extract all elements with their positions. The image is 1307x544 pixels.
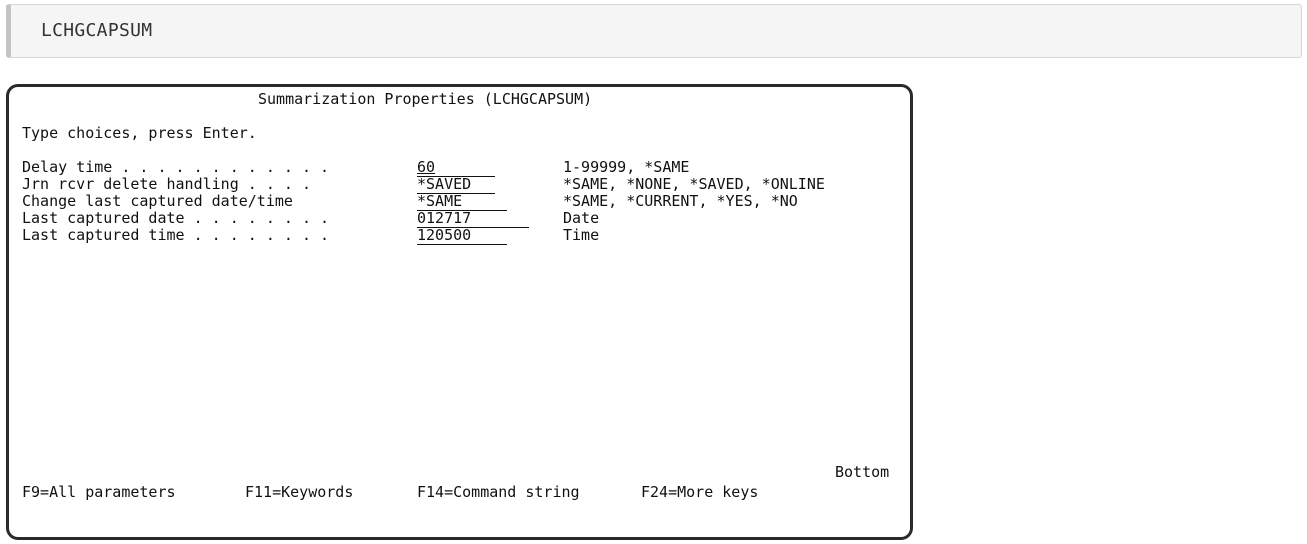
fkey-all-parameters[interactable]: F9=All parameters [22, 484, 176, 501]
screen-title: Summarization Properties (LCHGCAPSUM) [258, 90, 593, 108]
last-captured-date-label: Last captured date . . . . . . . . [22, 209, 330, 227]
delay-time-hint: 1-99999, *SAME [563, 158, 690, 176]
last-captured-date-hint: Date [563, 209, 600, 227]
jrn-rcvr-delete-label: Jrn rcvr delete handling . . . . [22, 175, 311, 193]
command-bar: LCHGCAPSUM [6, 4, 1302, 58]
terminal-screen: Summarization Properties (LCHGCAPSUM) Ty… [6, 84, 913, 540]
command-name: LCHGCAPSUM [41, 20, 153, 41]
fkey-command-string[interactable]: F14=Command string [417, 484, 580, 501]
delay-time-value: 60 [417, 158, 436, 176]
fkey-more-keys[interactable]: F24=More keys [641, 484, 758, 501]
last-captured-time-input[interactable]: 120500 [417, 227, 507, 245]
change-last-captured-hint: *SAME, *CURRENT, *YES, *NO [563, 192, 798, 210]
last-captured-time-hint: Time [563, 226, 600, 244]
jrn-rcvr-delete-hint: *SAME, *NONE, *SAVED, *ONLINE [563, 175, 825, 193]
last-captured-time-label: Last captured time . . . . . . . . [22, 226, 330, 244]
change-last-captured-label: Change last captured date/time [22, 192, 293, 210]
fkey-keywords[interactable]: F11=Keywords [245, 484, 353, 501]
scroll-status: Bottom [835, 463, 890, 481]
instruction-text: Type choices, press Enter. [22, 124, 257, 142]
delay-time-label: Delay time . . . . . . . . . . . . [22, 158, 330, 176]
